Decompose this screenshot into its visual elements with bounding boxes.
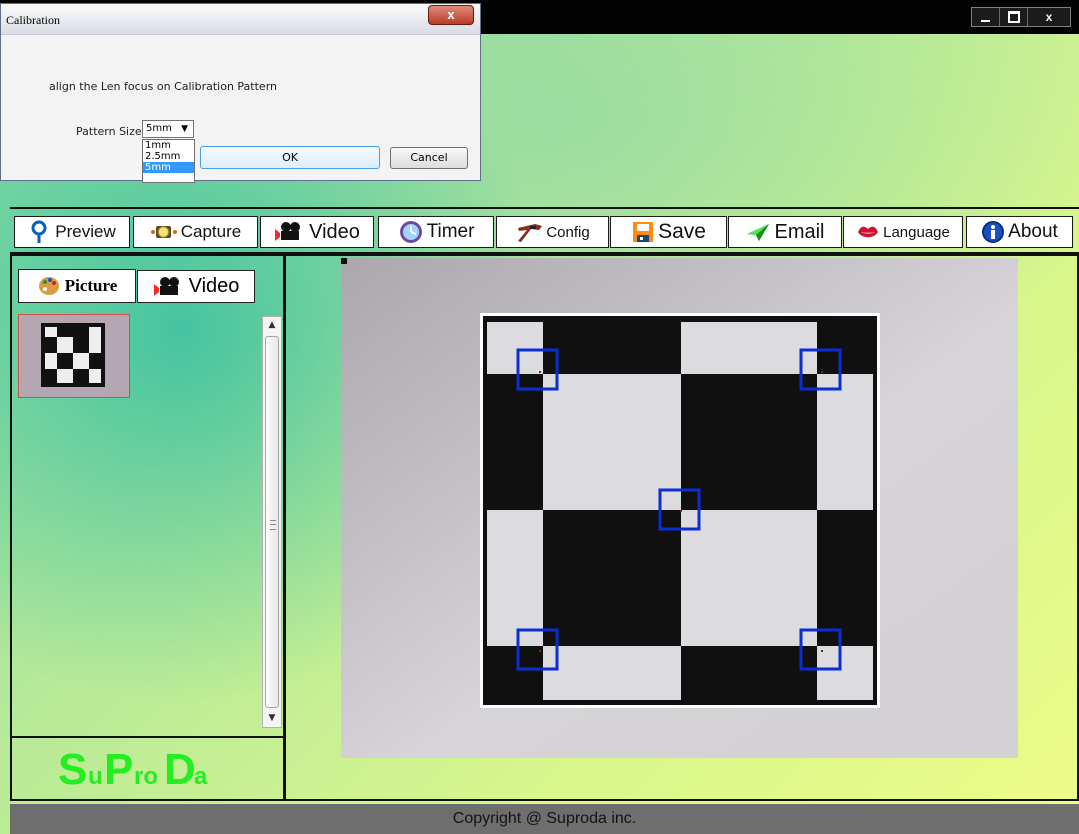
tab-picture[interactable]: Picture xyxy=(18,269,136,303)
maximize-icon xyxy=(1007,11,1020,23)
camera-icon xyxy=(150,221,178,243)
config-button[interactable]: Config xyxy=(496,216,609,248)
pattern-size-label: Pattern Size xyxy=(76,125,142,138)
calibration-instruction: align the Len focus on Calibration Patte… xyxy=(49,80,277,93)
timer-icon xyxy=(398,219,424,245)
thumbnail-scrollbar[interactable]: ▲ ▼ xyxy=(262,316,282,728)
dialog-close-button[interactable]: x xyxy=(428,5,474,25)
movie-camera-icon xyxy=(274,221,306,243)
ok-button[interactable]: OK xyxy=(200,146,380,169)
preview-label: Preview xyxy=(55,222,116,241)
captured-image-thumbnail[interactable] xyxy=(18,314,130,398)
tab-picture-label: Picture xyxy=(64,276,118,295)
save-button[interactable]: Save xyxy=(610,216,727,248)
scroll-down-icon[interactable]: ▼ xyxy=(265,710,279,727)
calibration-preview-image xyxy=(341,258,1018,758)
about-label: About xyxy=(1008,221,1058,242)
scroll-thumb[interactable] xyxy=(265,336,279,708)
logo-letters-u: u xyxy=(88,763,103,790)
pattern-option-5mm[interactable]: 5mm xyxy=(143,162,194,173)
panel-divider xyxy=(12,736,283,738)
copyright-footer: Copyright @ Suproda inc. xyxy=(10,804,1079,834)
minimize-button[interactable] xyxy=(972,8,1000,26)
email-button[interactable]: Email xyxy=(728,216,842,248)
checkerboard-thumbnail-image xyxy=(41,323,105,387)
media-library-panel: Picture Video ▲ ▼ xyxy=(10,254,285,801)
close-icon: x xyxy=(1045,10,1053,24)
cancel-button[interactable]: Cancel xyxy=(390,147,468,169)
logo-letter-a: a xyxy=(194,763,208,790)
logo-letter-d: D xyxy=(164,746,196,794)
video-label: Video xyxy=(309,220,360,243)
logo-letters-ro: ro xyxy=(134,763,158,790)
language-label: Language xyxy=(883,223,950,241)
email-label: Email xyxy=(774,220,825,243)
video-button[interactable]: Video xyxy=(260,216,374,248)
logo-letter-p: P xyxy=(104,746,133,794)
config-label: Config xyxy=(546,223,590,241)
about-button[interactable]: About xyxy=(966,216,1073,248)
close-window-button[interactable]: x xyxy=(1028,8,1070,26)
window-controls: x xyxy=(971,7,1071,27)
pattern-option-1mm[interactable]: 1mm xyxy=(143,140,194,151)
calibration-dialog: Calibration x align the Len focus on Cal… xyxy=(0,3,481,183)
pattern-size-options: 1mm 2.5mm 5mm xyxy=(142,139,195,183)
main-toolbar: Preview Capture Video Timer Config Save xyxy=(10,207,1079,254)
tab-video[interactable]: Video xyxy=(137,270,255,303)
timer-button[interactable]: Timer xyxy=(378,216,494,248)
capture-label: Capture xyxy=(180,222,242,241)
pattern-size-value: 5mm xyxy=(146,123,172,134)
maximize-button[interactable] xyxy=(1000,8,1028,26)
tab-video-label: Video xyxy=(188,275,240,297)
palette-icon xyxy=(37,275,61,297)
scroll-grip-icon xyxy=(270,520,276,530)
minimize-icon xyxy=(981,19,990,22)
hammer-icon xyxy=(515,221,543,243)
save-label: Save xyxy=(658,220,706,243)
capture-button[interactable]: Capture xyxy=(133,216,258,248)
timer-label: Timer xyxy=(426,221,475,242)
pattern-option-2-5mm[interactable]: 2.5mm xyxy=(143,151,194,162)
lips-icon xyxy=(856,222,880,242)
info-icon xyxy=(981,220,1005,244)
movie-camera-icon xyxy=(153,276,185,298)
send-arrow-icon xyxy=(745,221,771,243)
suproda-logo: S u P ro D a xyxy=(58,746,208,794)
dialog-titlebar: Calibration x xyxy=(1,4,480,35)
preview-button[interactable]: Preview xyxy=(14,216,130,248)
pattern-size-select[interactable]: 5mm ▼ xyxy=(142,120,194,138)
logo-letter-s: S xyxy=(58,746,87,794)
language-button[interactable]: Language xyxy=(843,216,963,248)
floppy-disk-icon xyxy=(631,220,655,244)
chevron-down-icon: ▼ xyxy=(181,124,188,134)
scroll-up-icon[interactable]: ▲ xyxy=(265,317,279,334)
magnifier-icon xyxy=(28,220,52,244)
dialog-title: Calibration xyxy=(6,13,60,27)
